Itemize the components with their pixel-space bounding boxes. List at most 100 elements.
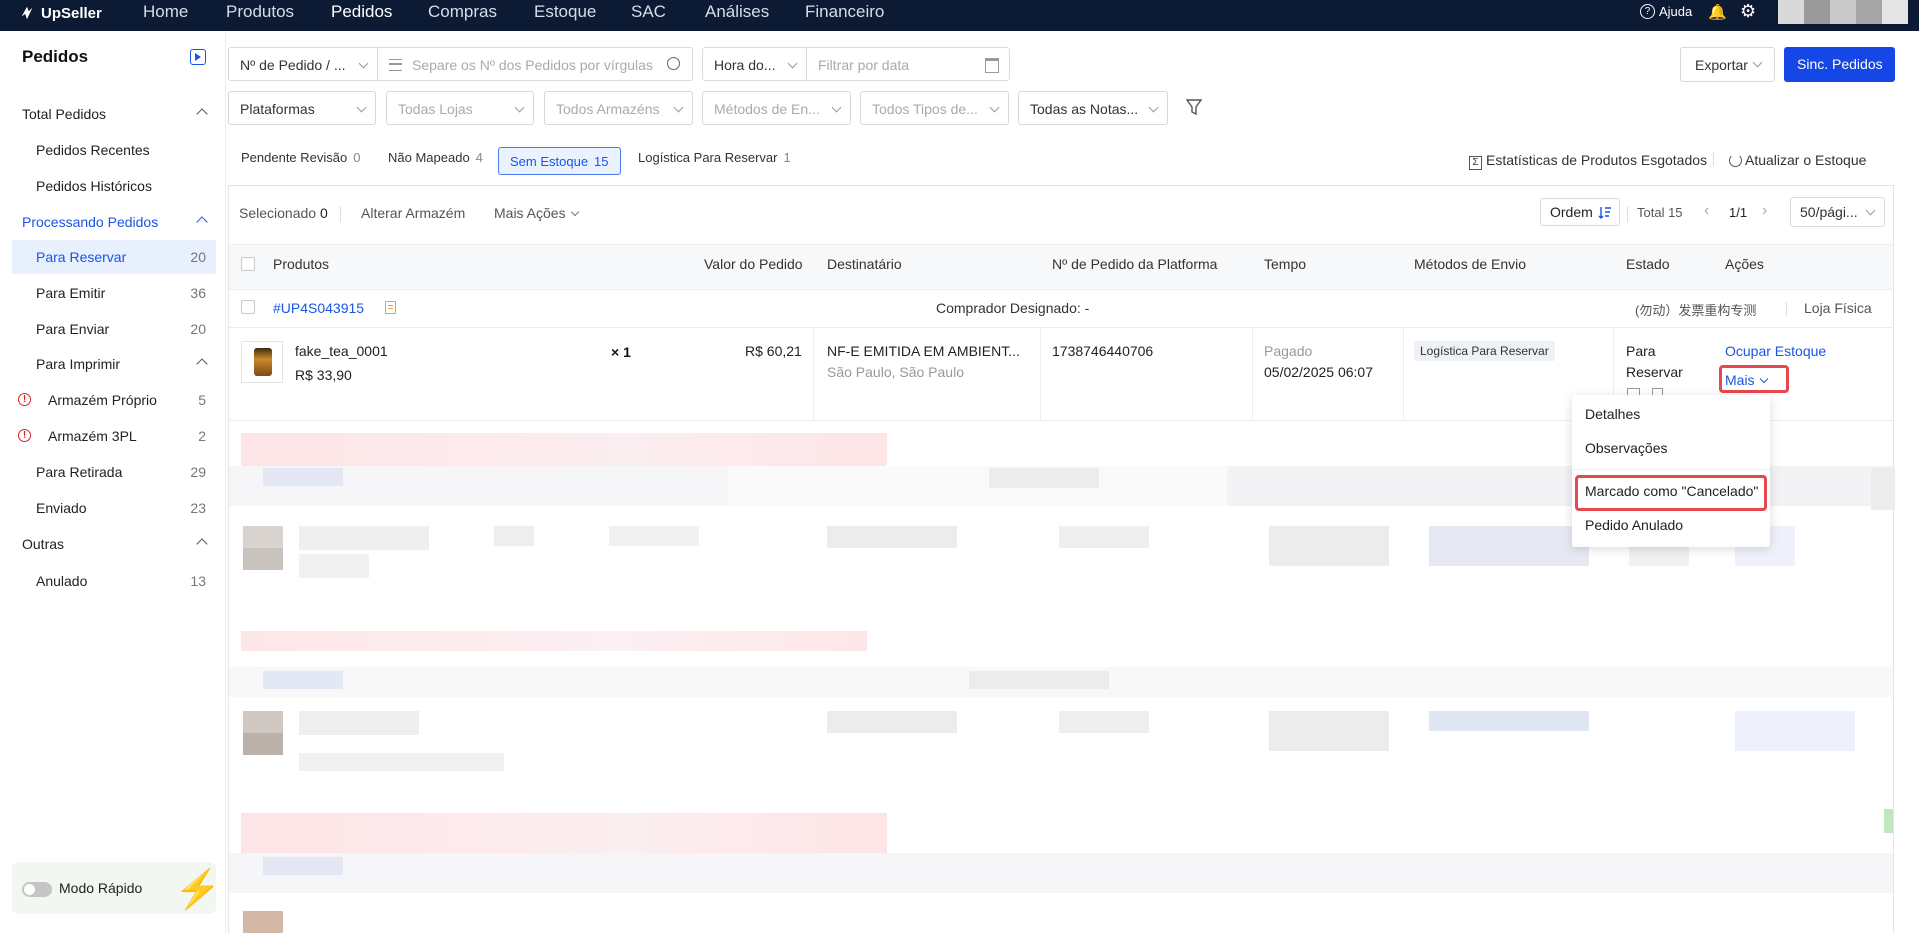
sidebar-count: 20: [190, 249, 206, 265]
tab-logistica-reservar[interactable]: Logística Para Reservar 1: [638, 150, 791, 165]
help-link[interactable]: ? Ajuda: [1640, 4, 1692, 19]
armazens-select[interactable]: Todos Armazéns: [544, 91, 693, 125]
sidebar-item-anulado[interactable]: Anulado 13: [12, 564, 216, 598]
product-thumbnail[interactable]: [241, 341, 283, 383]
sidebar-item-armazem-3pl[interactable]: ! Armazém 3PL 2: [12, 419, 216, 453]
select-value: Todas Lojas: [398, 101, 473, 117]
sidebar-count: 20: [190, 321, 206, 337]
sidebar-label: Armazém Próprio: [48, 392, 157, 408]
order-value: R$ 60,21: [745, 343, 802, 359]
help-label: Ajuda: [1659, 4, 1693, 19]
per-page-select[interactable]: 50/pági...: [1790, 197, 1885, 227]
selecionado-label: Selecionado 0: [239, 205, 328, 221]
nav-financeiro[interactable]: Financeiro: [805, 2, 884, 22]
ordem-sort-button[interactable]: Ordem: [1540, 198, 1620, 226]
top-navbar: UpSeller Home Produtos Pedidos Compras E…: [0, 0, 1919, 31]
select-value: Nº de Pedido / ...: [240, 57, 346, 73]
sidebar-item-para-reservar[interactable]: Para Reservar 20: [12, 240, 216, 274]
sidebar-item-para-emitir[interactable]: Para Emitir 36: [12, 276, 216, 310]
sidebar-label: Para Reservar: [36, 249, 127, 265]
pedido-search-input[interactable]: Separe os Nº dos Pedidos por vírgulas: [377, 47, 693, 81]
prev-page-icon[interactable]: ‹: [1704, 202, 1709, 220]
sidebar-count: 2: [198, 428, 206, 444]
brand-name: UpSeller: [41, 4, 102, 22]
bell-icon[interactable]: 🔔: [1708, 3, 1727, 21]
sync-orders-button[interactable]: Sinc. Pedidos: [1784, 47, 1895, 82]
nav-pedidos[interactable]: Pedidos: [331, 2, 392, 22]
select-all-checkbox[interactable]: [241, 257, 255, 271]
tab-label: Pendente Revisão: [241, 150, 348, 165]
sidebar-processando[interactable]: Processando Pedidos: [12, 205, 216, 239]
total-count: Total 15: [1637, 205, 1683, 220]
chevron-up-icon: [196, 216, 208, 228]
select-value: Plataformas: [240, 101, 315, 117]
order-checkbox[interactable]: [241, 300, 255, 314]
nav-produtos[interactable]: Produtos: [226, 2, 294, 22]
link-label: Atualizar o Estoque: [1745, 152, 1867, 168]
menu-item-detalhes[interactable]: Detalhes: [1585, 406, 1640, 422]
link-label: Estatísticas de Produtos Esgotados: [1486, 152, 1708, 168]
chevron-up-icon: [196, 358, 208, 370]
note-icon[interactable]: [385, 301, 396, 314]
alterar-armazem-button[interactable]: Alterar Armazém: [361, 205, 465, 221]
notas-select[interactable]: Todas as Notas...: [1018, 91, 1168, 125]
chevron-down-icon: [1148, 102, 1159, 113]
order-id-link[interactable]: #UP4S043915: [273, 300, 364, 316]
menu-item-observacoes[interactable]: Observações: [1585, 440, 1667, 456]
mais-acoes-button[interactable]: Mais Ações: [494, 205, 579, 221]
hora-select[interactable]: Hora do...: [702, 47, 807, 81]
collapse-sidebar-icon[interactable]: [190, 49, 206, 65]
sidebar-item-para-imprimir[interactable]: Para Imprimir: [12, 347, 216, 381]
product-price: R$ 33,90: [295, 367, 352, 383]
gear-icon[interactable]: ⚙: [1740, 1, 1756, 22]
tab-sem-estoque[interactable]: Sem Estoque 15: [498, 147, 621, 175]
lojas-select[interactable]: Todas Lojas: [386, 91, 534, 125]
tab-nao-mapeado[interactable]: Não Mapeado 4: [388, 150, 483, 165]
sidebar-item-para-retirada[interactable]: Para Retirada 29: [12, 455, 216, 489]
col-platform-no: Nº de Pedido da Platforma: [1052, 256, 1218, 272]
nav-sac[interactable]: SAC: [631, 2, 666, 22]
menu-item-pedido-anulado[interactable]: Pedido Anulado: [1585, 517, 1683, 533]
sidebar-item-para-enviar[interactable]: Para Enviar 20: [12, 312, 216, 346]
next-page-icon[interactable]: ›: [1762, 202, 1767, 220]
sidebar-item-armazem-proprio[interactable]: ! Armazém Próprio 5: [12, 383, 216, 417]
date-filter-input[interactable]: Filtrar por data: [806, 47, 1010, 81]
tab-pendente-revisao[interactable]: Pendente Revisão 0: [241, 150, 360, 165]
estatisticas-link[interactable]: Σ Estatísticas de Produtos Esgotados: [1469, 152, 1707, 170]
selecionado-text: Selecionado: [239, 205, 317, 221]
tab-count: 15: [594, 154, 609, 169]
sidebar-total-pedidos[interactable]: Total Pedidos: [12, 97, 216, 131]
nav-estoque[interactable]: Estoque: [534, 2, 596, 22]
help-icon: ?: [1640, 4, 1655, 19]
select-value: Todos Armazéns: [556, 101, 660, 117]
tipos-select[interactable]: Todos Tipos de...: [860, 91, 1009, 125]
payment-status: Pagado: [1264, 343, 1313, 359]
sidebar-outras[interactable]: Outras: [12, 527, 216, 561]
ocupar-estoque-link[interactable]: Ocupar Estoque: [1725, 343, 1826, 359]
recipient-name: NF-E EMITIDA EM AMBIENT...: [827, 343, 1020, 359]
pedido-type-select[interactable]: Nº de Pedido / ...: [228, 47, 378, 81]
tab-label: Não Mapeado: [388, 150, 470, 165]
export-button[interactable]: Exportar: [1680, 47, 1775, 82]
page-indicator: 1/1: [1729, 205, 1748, 220]
metodos-select[interactable]: Métodos de En...: [702, 91, 851, 125]
nav-compras[interactable]: Compras: [428, 2, 497, 22]
estado-line-1: Para: [1626, 343, 1656, 359]
sidebar-item-enviado[interactable]: Enviado 23: [12, 491, 216, 525]
modo-rapido-toggle[interactable]: [22, 882, 52, 897]
menu-item-marcado-cancelado[interactable]: Marcado como "Cancelado": [1585, 483, 1758, 499]
nav-home[interactable]: Home: [143, 2, 188, 22]
sidebar-item-historicos[interactable]: Pedidos Históricos: [12, 169, 216, 203]
plataformas-select[interactable]: Plataformas: [228, 91, 376, 125]
column-divider: [1252, 328, 1253, 420]
atualizar-estoque-link[interactable]: Atualizar o Estoque: [1729, 152, 1867, 168]
mais-dropdown-button[interactable]: Mais: [1725, 372, 1768, 388]
nav-analises[interactable]: Análises: [705, 2, 769, 22]
filter-icon[interactable]: [1186, 99, 1202, 116]
brand-logo[interactable]: UpSeller: [18, 4, 102, 22]
column-divider: [813, 328, 814, 420]
account-avatar[interactable]: [1778, 0, 1908, 24]
list-icon: [389, 59, 402, 71]
sidebar-item-recentes[interactable]: Pedidos Recentes: [12, 133, 216, 167]
product-name: fake_tea_0001: [295, 343, 388, 359]
